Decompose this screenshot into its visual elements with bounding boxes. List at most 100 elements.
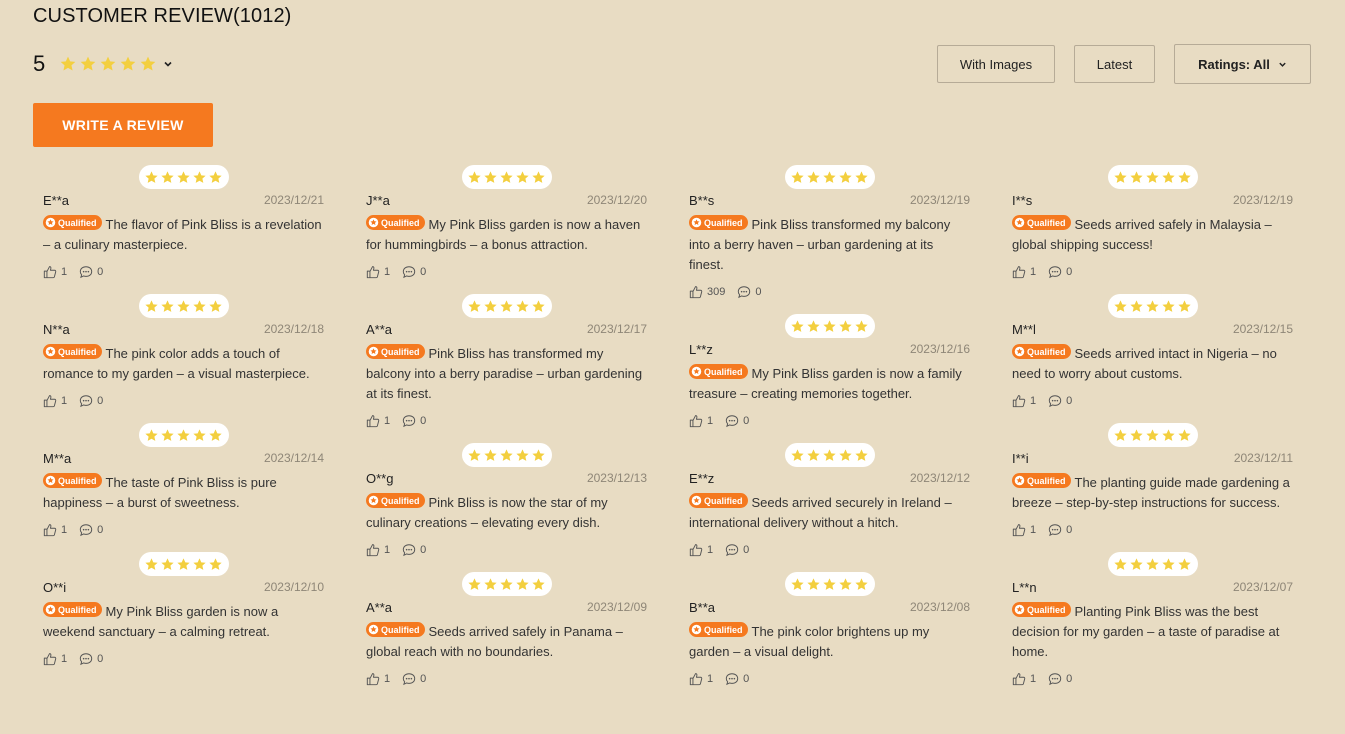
qualified-badge-icon: [691, 366, 702, 377]
comment-button[interactable]: 0: [402, 265, 426, 279]
comment-button[interactable]: 0: [402, 543, 426, 557]
like-button[interactable]: 309: [689, 285, 725, 299]
thumbs-up-icon: [43, 524, 57, 537]
ratings-dropdown[interactable]: Ratings: All: [1174, 44, 1311, 84]
like-button[interactable]: 1: [1012, 265, 1036, 279]
star-icon: [209, 299, 222, 312]
review-actions: 10: [43, 650, 324, 668]
with-images-button[interactable]: With Images: [937, 45, 1055, 83]
star-icon: [140, 56, 156, 71]
chevron-down-icon[interactable]: [163, 59, 173, 69]
like-button[interactable]: 1: [366, 672, 390, 686]
like-button[interactable]: 1: [1012, 394, 1036, 408]
comment-count: 0: [97, 266, 104, 278]
thumbs-up-icon: [366, 266, 380, 279]
comment-count: 0: [420, 544, 427, 556]
comment-count: 0: [743, 673, 750, 685]
review-date: 2023/12/07: [1232, 580, 1293, 594]
star-icon: [100, 56, 116, 71]
like-button[interactable]: 1: [366, 543, 390, 557]
review-stars: [1107, 423, 1198, 447]
like-button[interactable]: 1: [1012, 523, 1036, 537]
comment-count: 0: [1066, 524, 1073, 536]
comment-button[interactable]: 0: [725, 672, 749, 686]
comment-button[interactable]: 0: [402, 414, 426, 428]
qualified-badge-label: Qualified: [58, 217, 97, 228]
qualified-badge: Qualified: [366, 215, 425, 230]
like-count: 1: [707, 673, 714, 685]
qualified-badge: Qualified: [43, 215, 102, 230]
comment-button[interactable]: 0: [737, 285, 761, 299]
like-button[interactable]: 1: [366, 265, 390, 279]
star-icon: [177, 557, 190, 570]
star-icon: [484, 448, 497, 461]
qualified-badge: Qualified: [689, 493, 748, 508]
like-count: 1: [384, 415, 391, 427]
comment-button[interactable]: 0: [1048, 672, 1072, 686]
like-button[interactable]: 1: [43, 394, 67, 408]
comment-button[interactable]: 0: [79, 394, 103, 408]
comment-button[interactable]: 0: [79, 652, 103, 666]
comment-count: 0: [420, 266, 427, 278]
qualified-badge: Qualified: [43, 602, 102, 617]
thumbs-up-icon: [43, 395, 57, 408]
like-button[interactable]: 1: [366, 414, 390, 428]
write-review-button[interactable]: WRITE A REVIEW: [33, 103, 213, 147]
review-meta: L**z 2023/12/16: [689, 339, 970, 359]
star-icon: [855, 319, 868, 332]
comment-button[interactable]: 0: [725, 543, 749, 557]
review-actions: 10: [43, 392, 324, 410]
star-icon: [145, 170, 158, 183]
comment-button[interactable]: 0: [79, 265, 103, 279]
like-button[interactable]: 1: [43, 523, 67, 537]
review-column: B**s 2023/12/19 Qualified Pink Bliss transf…: [679, 165, 970, 701]
review-column: I**s 2023/12/19 Qualified Seeds arrived saf…: [1002, 165, 1293, 701]
qualified-badge: Qualified: [1012, 602, 1071, 617]
review-actions: 10: [689, 541, 970, 559]
like-count: 1: [1030, 524, 1037, 536]
rating-summary[interactable]: 5: [33, 50, 173, 78]
review-card: N**a 2023/12/18 Qualified The pink color ad…: [33, 294, 324, 410]
like-button[interactable]: 1: [43, 265, 67, 279]
star-icon: [161, 428, 174, 441]
comment-button[interactable]: 0: [1048, 523, 1072, 537]
star-icon: [1146, 428, 1159, 441]
comment-icon: [725, 544, 739, 557]
review-text: Qualified My Pink Bliss garden is now a w…: [43, 602, 324, 642]
like-button[interactable]: 1: [689, 414, 713, 428]
star-icon: [1178, 170, 1191, 183]
like-button[interactable]: 1: [43, 652, 67, 666]
comment-icon: [79, 395, 93, 408]
thumbs-up-icon: [366, 544, 380, 557]
comment-button[interactable]: 0: [1048, 265, 1072, 279]
thumbs-up-icon: [1012, 266, 1026, 279]
comment-button[interactable]: 0: [1048, 394, 1072, 408]
like-count: 1: [61, 653, 68, 665]
comment-icon: [725, 673, 739, 686]
like-button[interactable]: 1: [689, 543, 713, 557]
like-button[interactable]: 1: [689, 672, 713, 686]
qualified-badge-icon: [691, 624, 702, 635]
latest-button[interactable]: Latest: [1074, 45, 1155, 83]
review-card: M**a 2023/12/14 Qualified The taste of Pink…: [33, 423, 324, 539]
qualified-badge-icon: [45, 346, 56, 357]
comment-count: 0: [743, 415, 750, 427]
reviewer-name: B**a: [689, 599, 716, 615]
star-icon: [161, 557, 174, 570]
comment-button[interactable]: 0: [402, 672, 426, 686]
review-meta: A**a 2023/12/17: [366, 319, 647, 339]
comment-button[interactable]: 0: [725, 414, 749, 428]
like-count: 1: [707, 544, 714, 556]
like-count: 1: [384, 673, 391, 685]
like-count: 1: [1030, 395, 1037, 407]
comment-button[interactable]: 0: [79, 523, 103, 537]
star-icon: [516, 170, 529, 183]
qualified-badge-label: Qualified: [1027, 346, 1066, 357]
review-text: Qualified Pink Bliss is now the star of m…: [366, 493, 647, 533]
star-icon: [823, 170, 836, 183]
review-meta: M**a 2023/12/14: [43, 448, 324, 468]
star-icon: [1178, 557, 1191, 570]
like-button[interactable]: 1: [1012, 672, 1036, 686]
average-rating: 5: [33, 51, 46, 76]
star-icon: [823, 448, 836, 461]
